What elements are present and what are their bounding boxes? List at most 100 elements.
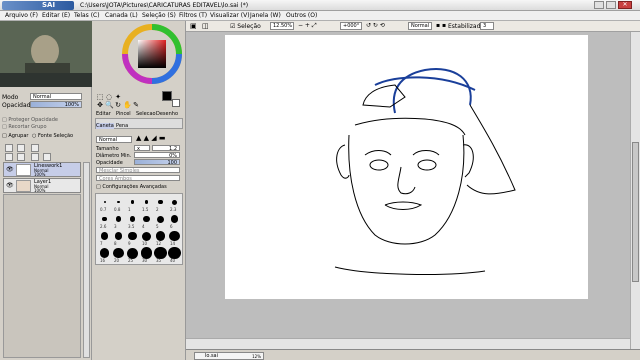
selection-tool-icon[interactable]: ⬚ (96, 93, 104, 101)
horizontal-scrollbar[interactable] (186, 338, 630, 349)
tab-pincel[interactable]: Pincel (116, 111, 131, 117)
brush-size-preset[interactable]: 14 (168, 230, 181, 246)
copy-layer-button[interactable] (5, 153, 13, 161)
zoom-buttons[interactable]: − + ⤢ (298, 22, 317, 30)
document-tab[interactable]: lo.sai 12% (194, 352, 264, 360)
menu-outros[interactable]: Outros (O) (286, 12, 317, 19)
brush-size-preset[interactable]: 3 (112, 213, 125, 229)
brush-size-dot (103, 201, 106, 203)
brush-size-preset[interactable]: 4 (140, 213, 153, 229)
merge-down-button[interactable] (17, 153, 25, 161)
brush-mode-select[interactable]: Normal (96, 136, 132, 143)
view-icon[interactable]: ▣ (190, 22, 197, 30)
tab-desenho[interactable]: Desenho (156, 111, 178, 117)
move-tool-icon[interactable]: ✥ (96, 101, 104, 109)
brush-size-preset[interactable]: 0.8 (112, 196, 125, 212)
zoom-field[interactable]: 12.50% (270, 22, 294, 30)
brush-size-preset[interactable]: 3.5 (126, 213, 139, 229)
canvas-paper[interactable] (225, 35, 588, 299)
menu-editar[interactable]: Editar (E) (42, 12, 70, 19)
zoom-tool-icon[interactable]: 🔍 (105, 101, 114, 109)
mode-field[interactable]: Normal (408, 22, 432, 30)
flip-icon[interactable]: ◫ (202, 22, 209, 30)
color-wheel[interactable] (122, 24, 182, 84)
source-selection-radio[interactable]: ○ Fonte Seleção (32, 133, 73, 139)
brush-shape-icons[interactable]: ▲ ▲ ◢ ▬ (136, 134, 165, 142)
delete-layer-button[interactable] (43, 153, 51, 161)
brush-size-preset[interactable]: 10 (140, 230, 153, 246)
size-multiplier[interactable]: x 5.0 (134, 145, 150, 158)
rotate-tool-icon[interactable]: ↻ (114, 101, 122, 109)
angle-field[interactable]: +000° (340, 22, 362, 30)
tool-pena[interactable]: Pena (116, 123, 128, 129)
size-slider[interactable]: 1.2 (152, 145, 180, 152)
minimize-button[interactable] (594, 1, 604, 9)
tab-selecao[interactable]: Selecao (136, 111, 156, 117)
brush-size-preset[interactable]: 0.7 (98, 196, 111, 212)
brush-size-preset[interactable]: 2.6 (98, 213, 111, 229)
menu-arquivo[interactable]: Arquivo (F) (5, 12, 38, 19)
window-title: C:\Users\JOTA\Pictures\CARICATURAS EDITA… (80, 2, 249, 9)
brush-size-preset[interactable]: 1.5 (140, 196, 153, 212)
brush-size-preset[interactable]: 30 (140, 247, 153, 263)
layer-opacity-slider[interactable]: 100% (30, 101, 82, 108)
brush-size-preset[interactable]: 9 (126, 230, 139, 246)
lasso-tool-icon[interactable]: ◌ (105, 93, 113, 101)
group-label: Agrupar (8, 133, 29, 139)
brush-size-preset[interactable]: 12 (154, 230, 167, 246)
brush-size-preset[interactable]: 20 (112, 247, 125, 263)
brush-opacity-slider[interactable]: 100 (134, 159, 180, 166)
brush-size-preset[interactable]: 1 (126, 196, 139, 212)
antialias-icons[interactable]: ▪ ▪ (436, 22, 446, 29)
brush-size-preset[interactable]: 8 (112, 230, 125, 246)
layer-item-layer1[interactable]: 👁 Layer1 Normal 100% (3, 178, 81, 193)
brush-size-preset[interactable]: 16 (98, 247, 111, 263)
eyedropper-icon[interactable]: ✎ (132, 101, 140, 109)
vertical-scroll-thumb[interactable] (632, 142, 639, 282)
background-color-swatch[interactable] (172, 99, 180, 107)
visibility-eye-icon[interactable]: 👁 (6, 166, 14, 173)
brush-size-preset[interactable]: 35 (154, 246, 167, 263)
stabilizer-field[interactable]: 3 (480, 22, 494, 30)
menu-camada[interactable]: Canada (L) (105, 12, 138, 19)
min-size-label: Diâmetro Min. (96, 153, 132, 159)
new-layer-button[interactable] (5, 144, 13, 152)
brush-size-preset[interactable]: 40 (168, 246, 181, 263)
menu-janela[interactable]: Janela (W) (250, 12, 281, 19)
layer-mode-select[interactable]: Normal (30, 93, 82, 100)
menu-selecao[interactable]: Seleção (S) (142, 12, 176, 19)
menu-visualizar[interactable]: Visualizar (V) (210, 12, 250, 19)
magic-wand-icon[interactable]: ✦ (114, 93, 122, 101)
advanced-label: Configurações Avançadas (102, 184, 167, 190)
new-folder-button[interactable] (31, 144, 39, 152)
tab-editar[interactable]: Editar (96, 111, 111, 117)
group-checkbox[interactable]: □ Agrupar (2, 133, 28, 139)
maximize-button[interactable] (606, 1, 616, 9)
advanced-settings-checkbox[interactable]: □ Configurações Avançadas (96, 184, 167, 190)
rotate-buttons[interactable]: ↺ ↻ ⟲ (366, 22, 385, 29)
hand-tool-icon[interactable]: ✋ (123, 101, 132, 109)
brush-size-preset[interactable]: 6 (168, 213, 181, 229)
clear-layer-button[interactable] (31, 153, 39, 161)
menu-filtros[interactable]: Filtros (T) (179, 12, 207, 19)
close-button[interactable]: ✕ (618, 1, 632, 9)
min-size-slider[interactable]: 0% (134, 152, 180, 159)
new-linework-button[interactable] (17, 144, 25, 152)
selection-checkbox[interactable]: ☑ Seleção (230, 23, 261, 30)
tool-caneta[interactable]: Caneta (96, 123, 114, 129)
layer-item-lineswork1[interactable]: 👁 Lineswork1 Normal 100% (3, 162, 81, 177)
bleed-select[interactable]: Cores Ambos (96, 175, 180, 182)
brush-size-dot (143, 215, 150, 223)
brush-size-preset[interactable]: 7 (98, 230, 111, 246)
layer-scrollbar[interactable] (83, 162, 90, 358)
brush-size-preset[interactable]: 5 (154, 213, 167, 229)
blend-select[interactable]: Mesclar Simples (96, 167, 180, 174)
vertical-scrollbar[interactable] (630, 32, 640, 349)
canvas-area[interactable] (186, 32, 630, 349)
foreground-color-swatch[interactable] (162, 91, 172, 101)
brush-size-preset[interactable]: 2 (154, 196, 167, 212)
brush-size-preset[interactable]: 25 (126, 247, 139, 263)
menu-telas[interactable]: Telas (C) (74, 12, 100, 19)
brush-size-preset[interactable]: 2.3 (168, 196, 181, 212)
visibility-eye-icon[interactable]: 👁 (6, 182, 14, 189)
